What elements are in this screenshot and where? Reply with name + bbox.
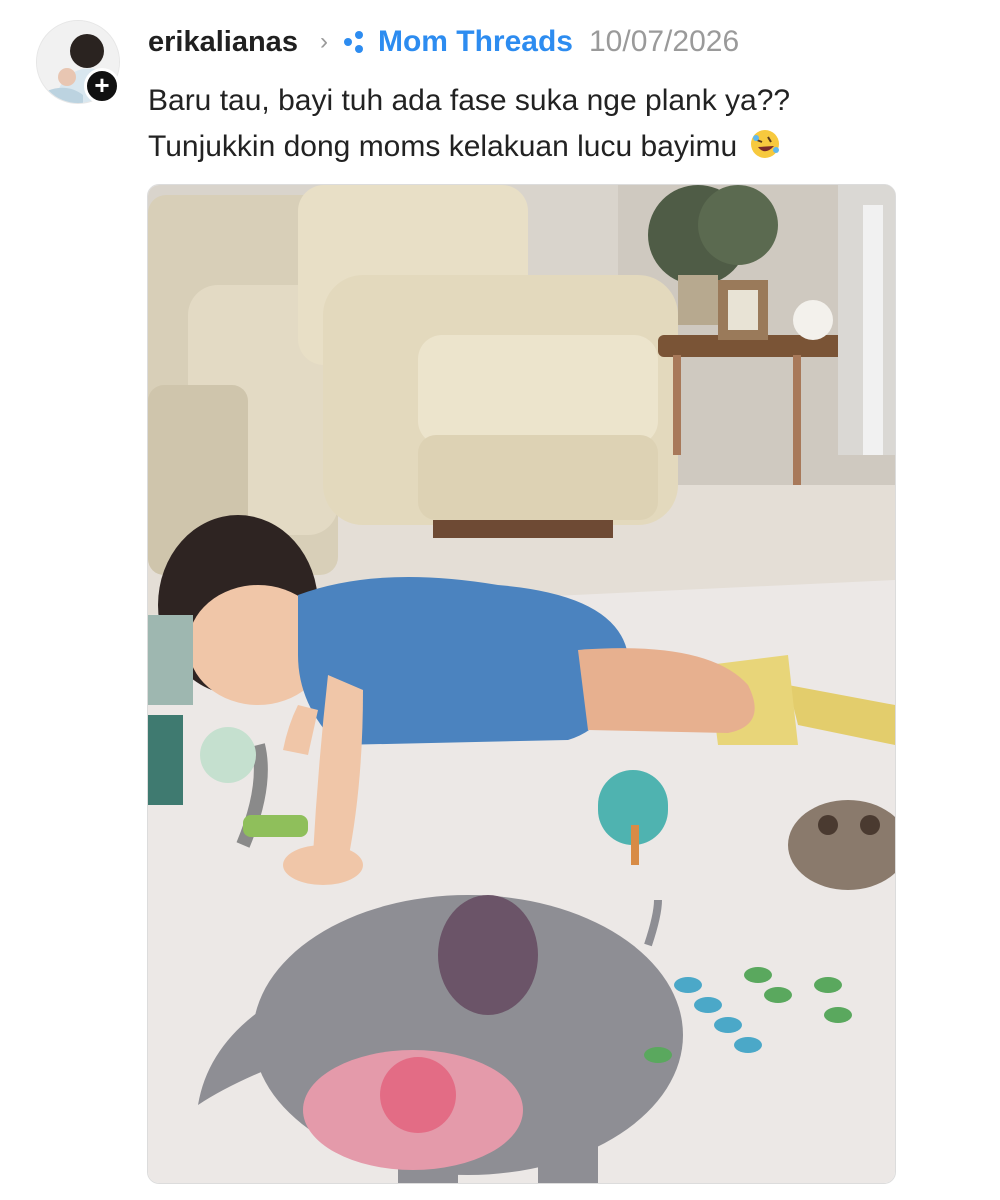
caption-line-2: Tunjukkin dong moms kelakuan lucu bayimu bbox=[148, 124, 790, 170]
caption-line-1: Baru tau, bayi tuh ada fase suka nge pla… bbox=[148, 84, 791, 117]
post-image[interactable] bbox=[147, 184, 896, 1184]
plus-follow-icon: + bbox=[94, 70, 110, 100]
rolling-on-floor-laughing-emoji bbox=[751, 130, 780, 158]
post-caption: Baru tau, bayi tuh ada fase suka nge pla… bbox=[148, 78, 790, 170]
avatar-wrapper[interactable]: + bbox=[36, 20, 120, 104]
caption-line-2-text: Tunjukkin dong moms kelakuan lucu bayimu bbox=[148, 130, 738, 163]
topic-tag-icon bbox=[343, 31, 363, 53]
chevron-right-icon: › bbox=[319, 28, 328, 55]
post-timestamp: 10/07/2026 bbox=[588, 25, 740, 58]
follow-button[interactable]: + bbox=[84, 68, 120, 104]
topic-link[interactable]: Mom Threads bbox=[378, 25, 573, 59]
baby-plank-photo bbox=[148, 185, 895, 1183]
username-link[interactable]: erikalianas bbox=[148, 26, 298, 59]
post-header: erikalianas › Mom Threads 10/07/2026 bbox=[148, 22, 739, 62]
